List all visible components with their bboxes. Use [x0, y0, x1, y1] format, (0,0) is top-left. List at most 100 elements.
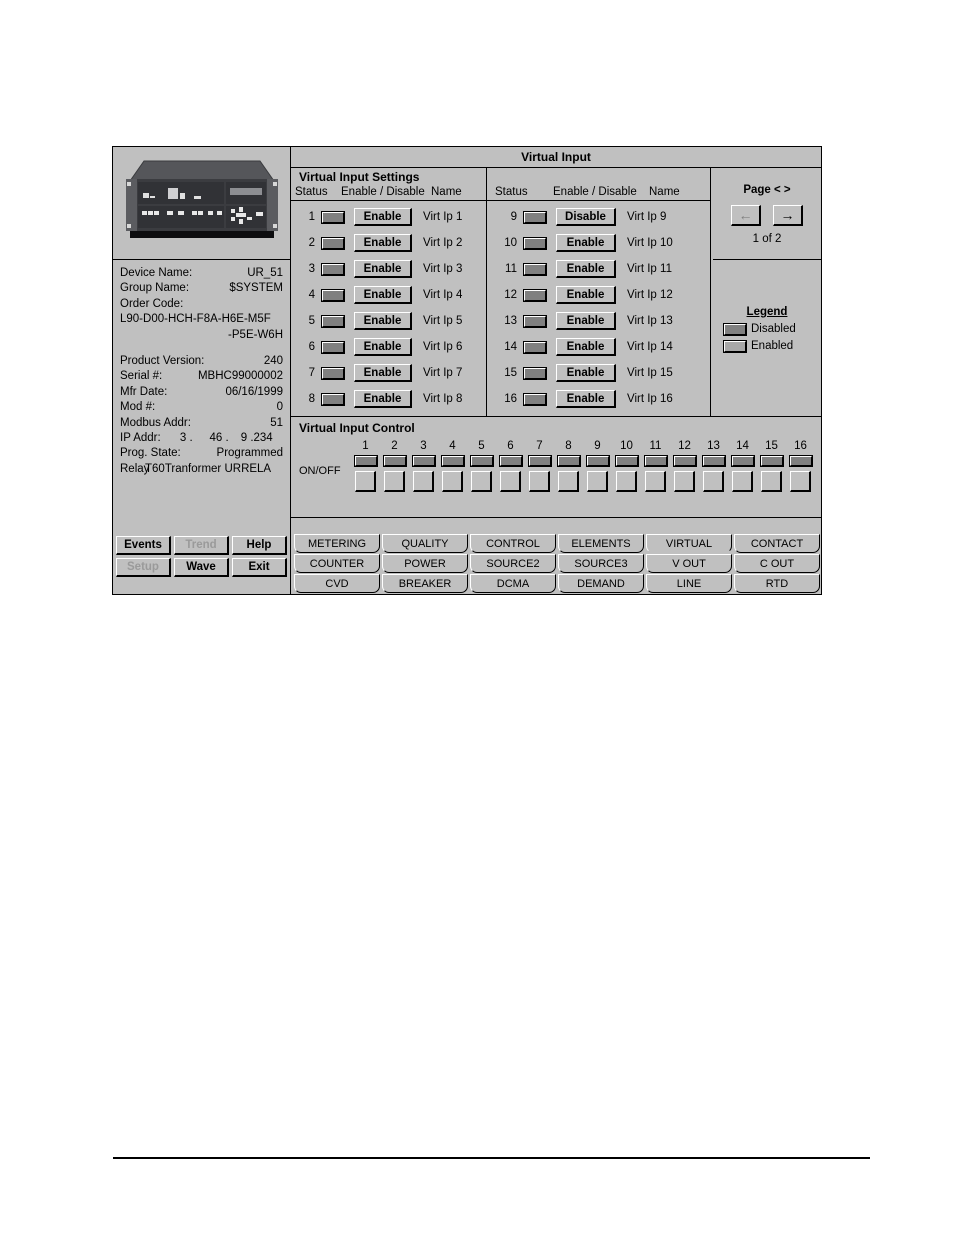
tab-source3[interactable]: SOURCE3	[558, 554, 644, 573]
modbus-addr-value: 51	[270, 416, 283, 429]
status-led	[321, 210, 345, 224]
arrow-left-icon: ←	[738, 207, 753, 223]
control-toggle-button[interactable]	[442, 471, 463, 492]
page-nav-buttons: ← →	[731, 205, 803, 226]
tab-dcma[interactable]: DCMA	[470, 574, 556, 593]
device-info-panel: Device Name: UR_51 Group Name: $SYSTEM O…	[113, 260, 290, 534]
control-status-led	[643, 455, 668, 467]
control-cell: 15	[757, 439, 786, 492]
wave-button[interactable]: Wave	[174, 558, 229, 577]
page-prev-button[interactable]: ←	[731, 205, 761, 226]
enable-disable-button[interactable]: Enable	[354, 234, 412, 252]
tab-quality[interactable]: QUALITY	[382, 534, 468, 553]
mfr-date-value: 06/16/1999	[225, 385, 283, 398]
row-name: Virt Ip 15	[627, 367, 673, 379]
status-led	[523, 340, 547, 354]
tab-v-out[interactable]: V OUT	[646, 554, 732, 573]
control-toggle-button[interactable]	[616, 471, 637, 492]
control-toggle-button[interactable]	[413, 471, 434, 492]
column-2-headers: Status Enable / Disable Name	[487, 185, 710, 201]
tab-cvd[interactable]: CVD	[294, 574, 380, 593]
column-1-rows: 1 Enable Virt Ip 1 2 Enable Virt Ip 2 3 …	[291, 201, 486, 412]
enable-disable-button[interactable]: Enable	[354, 260, 412, 278]
function-keys-row-2: Setup Wave Exit	[116, 558, 287, 577]
product-version-label: Product Version:	[120, 355, 205, 368]
enable-disable-button[interactable]: Enable	[556, 234, 616, 252]
tab-column: METERING COUNTER CVD	[293, 534, 381, 594]
enable-disable-button[interactable]: Enable	[354, 338, 412, 356]
mfr-date-row: Mfr Date: 06/16/1999	[120, 385, 283, 400]
control-toggle-button[interactable]	[790, 471, 811, 492]
control-toggle-button[interactable]	[645, 471, 666, 492]
header-enable-disable: Enable / Disable	[553, 186, 637, 198]
events-button[interactable]: Events	[116, 536, 171, 555]
row-name: Virt Ip 6	[423, 341, 463, 353]
control-number: 2	[391, 440, 398, 452]
control-cell: 7	[525, 439, 554, 492]
setup-button[interactable]: Setup	[116, 558, 171, 577]
tab-control[interactable]: CONTROL	[470, 534, 556, 553]
tab-rtd[interactable]: RTD	[734, 574, 820, 593]
page-title: Virtual Input	[291, 147, 821, 168]
enable-disable-button[interactable]: Enable	[354, 390, 412, 408]
control-toggle-button[interactable]	[355, 471, 376, 492]
control-number: 7	[536, 440, 543, 452]
group-name-value: $SYSTEM	[229, 282, 283, 295]
enable-disable-button[interactable]: Enable	[556, 390, 616, 408]
exit-button[interactable]: Exit	[232, 558, 287, 577]
status-led	[321, 262, 345, 276]
tab-metering[interactable]: METERING	[294, 534, 380, 553]
header-enable-disable: Enable / Disable	[341, 186, 425, 198]
control-toggle-button[interactable]	[674, 471, 695, 492]
control-toggle-button[interactable]	[587, 471, 608, 492]
control-toggle-button[interactable]	[703, 471, 724, 492]
page-navigation-panel: Page < > ← → 1 of 2	[713, 168, 821, 260]
virtual-input-control-title: Virtual Input Control	[299, 421, 415, 435]
control-toggle-button[interactable]	[732, 471, 753, 492]
row-index: 5	[308, 315, 315, 327]
control-cell: 8	[554, 439, 583, 492]
tab-power[interactable]: POWER	[382, 554, 468, 573]
control-toggle-button[interactable]	[761, 471, 782, 492]
tab-breaker[interactable]: BREAKER	[382, 574, 468, 593]
enable-disable-button[interactable]: Disable	[556, 208, 616, 226]
enable-disable-button[interactable]: Enable	[556, 338, 616, 356]
tab-virtual[interactable]: VIRTUAL	[646, 534, 732, 553]
enable-disable-button[interactable]: Enable	[556, 286, 616, 304]
enable-disable-button[interactable]: Enable	[354, 208, 412, 226]
virtual-input-settings-panel: Virtual Input Settings Status Enable / D…	[291, 168, 713, 417]
enable-disable-button[interactable]: Enable	[354, 286, 412, 304]
device-name-value: UR_51	[247, 267, 283, 279]
tab-line[interactable]: LINE	[646, 574, 732, 593]
modbus-addr-row: Modbus Addr: 51	[120, 416, 283, 431]
control-toggle-button[interactable]	[500, 471, 521, 492]
enable-disable-button[interactable]: Enable	[354, 312, 412, 330]
legend-panel: Legend Disabled Enabled	[713, 260, 821, 416]
status-led	[523, 366, 547, 380]
row-name: Virt Ip 2	[423, 237, 463, 249]
tab-c-out[interactable]: C OUT	[734, 554, 820, 573]
control-status-led	[585, 455, 610, 467]
status-led	[523, 314, 547, 328]
page-next-button[interactable]: →	[773, 205, 803, 226]
enable-disable-button[interactable]: Enable	[354, 364, 412, 382]
control-toggle-button[interactable]	[529, 471, 550, 492]
product-version-row: Product Version: 240	[120, 354, 283, 369]
enable-disable-button[interactable]: Enable	[556, 312, 616, 330]
tab-elements[interactable]: ELEMENTS	[558, 534, 644, 553]
tab-contact[interactable]: CONTACT	[734, 534, 820, 553]
control-toggle-button[interactable]	[558, 471, 579, 492]
control-toggle-button[interactable]	[384, 471, 405, 492]
tab-demand[interactable]: DEMAND	[558, 574, 644, 593]
device-type-footer: Relay T60Tranformer URRELA	[120, 462, 283, 477]
order-code-line1: L90-D00-HCH-F8A-H6E-M5F	[120, 313, 271, 326]
trend-button[interactable]: Trend	[174, 536, 229, 555]
control-toggle-button[interactable]	[471, 471, 492, 492]
tab-source2[interactable]: SOURCE2	[470, 554, 556, 573]
control-status-led	[498, 455, 523, 467]
enable-disable-button[interactable]: Enable	[556, 364, 616, 382]
row-index: 8	[308, 393, 315, 405]
enable-disable-button[interactable]: Enable	[556, 260, 616, 278]
help-button[interactable]: Help	[232, 536, 287, 555]
tab-counter[interactable]: COUNTER	[294, 554, 380, 573]
